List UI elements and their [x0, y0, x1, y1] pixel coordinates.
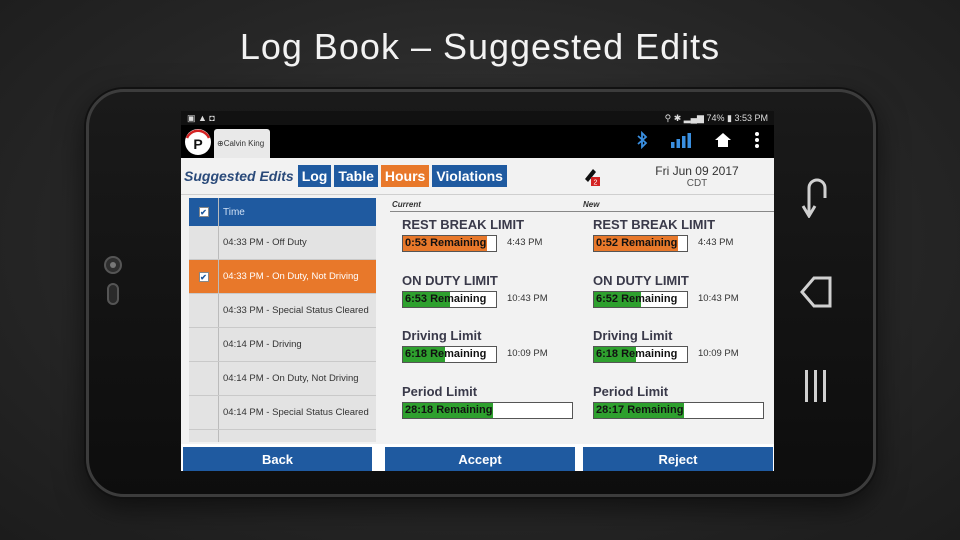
current-column-label: Current: [392, 200, 421, 209]
limit-end-time: 10:43 PM: [507, 292, 548, 304]
limit-end-time: 10:43 PM: [698, 292, 739, 304]
slide-title: Log Book – Suggested Edits: [239, 26, 721, 67]
battery-level: 74%: [706, 112, 725, 123]
home-nav-icon[interactable]: [796, 272, 836, 320]
remaining-text: 6:18 Remaining: [405, 348, 487, 360]
new-column-label: New: [583, 200, 600, 209]
list-header: ✔ Time: [189, 198, 376, 226]
tab-hours[interactable]: Hours: [380, 165, 430, 187]
limit-progress-bar: 6:53 Remaining: [402, 290, 497, 308]
remaining-text: 0:52 Remaining: [596, 237, 678, 249]
limit-progress-bar: 6:18 Remaining: [402, 346, 497, 363]
page-title: Suggested Edits: [184, 168, 294, 184]
remaining-text: 28:17 Remaining: [596, 403, 684, 416]
speaker-icon: [107, 283, 119, 305]
limit-end-time: 4:43 PM: [698, 237, 734, 248]
limit-progress-bar: 6:18 Remaining: [593, 346, 688, 363]
remaining-text: 0:53 Remaining: [405, 237, 487, 249]
bluetooth-icon[interactable]: [636, 131, 648, 149]
list-item[interactable]: 04:14 PM - Special Status Cleared: [189, 396, 376, 430]
overflow-menu-icon[interactable]: [754, 131, 760, 149]
list-item-label: 04:14 PM - Driving: [223, 339, 302, 350]
timezone: CDT: [686, 178, 708, 189]
edit-count-badge: 2: [594, 180, 598, 187]
tab-violations[interactable]: Violations: [432, 165, 507, 187]
remaining-text: 6:53 Remaining: [405, 292, 487, 305]
tab-table[interactable]: Table: [334, 165, 378, 187]
tab-log[interactable]: Log: [297, 165, 332, 187]
list-item-label: 04:14 PM - Special Status Cleared: [223, 407, 369, 418]
limit-end-time: 10:09 PM: [507, 348, 548, 359]
app-logo-icon: P: [185, 129, 211, 155]
accept-button[interactable]: Accept: [385, 447, 575, 471]
remaining-text: 6:18 Remaining: [596, 348, 678, 360]
limit-title: ON DUTY LIMIT: [593, 272, 689, 288]
limit-progress-bar: 0:53 Remaining: [402, 235, 497, 252]
limit-title: Period Limit: [402, 383, 478, 399]
list-item-label: 04:14 PM - On Duty, Not Driving: [223, 373, 359, 384]
suggested-edits-icon[interactable]: 2: [583, 167, 601, 187]
limit-end-time: 10:09 PM: [698, 348, 739, 359]
driver-tab[interactable]: ⊕Calvin King: [214, 129, 270, 158]
date: Fri Jun 09 2017: [655, 164, 739, 178]
limit-title: REST BREAK LIMIT: [593, 217, 716, 232]
status-bar: ▣ ▲ ◘ ⚲ ✱ ▂▄▆ 74% ▮ 3:53 PM: [181, 111, 774, 125]
limit-progress-bar: 0:52 Remaining: [593, 235, 688, 252]
row-checkbox[interactable]: ✔: [198, 271, 209, 282]
home-icon[interactable]: [714, 132, 732, 148]
limit-title: Driving Limit: [402, 328, 482, 343]
limit-progress-bar: 28:18 Remaining: [402, 401, 573, 419]
reject-button[interactable]: Reject: [583, 447, 773, 471]
app-bar: P ⊕Calvin King: [181, 125, 774, 158]
limit-title: ON DUTY LIMIT: [402, 272, 498, 288]
limit-title: Period Limit: [593, 383, 669, 399]
recents-nav-icon[interactable]: [796, 366, 836, 414]
list-item[interactable]: ✔ 04:33 PM - On Duty, Not Driving: [189, 260, 376, 294]
main-content: ✔ Time 04:33 PM - Off Duty ✔ 04:33 PM - On…: [181, 195, 774, 444]
footer-bar: Back Accept Reject: [181, 444, 774, 471]
list-item[interactable]: 04:33 PM - Off Duty: [189, 226, 376, 260]
list-item-label: 04:33 PM - Off Duty: [223, 237, 307, 248]
notification-icons: ▣ ▲ ◘: [187, 112, 215, 123]
list-header-label: Time: [223, 206, 245, 218]
date-display: Fri Jun 09 2017 CDT: [647, 164, 747, 189]
limit-title: REST BREAK LIMIT: [402, 217, 525, 232]
list-item-label: 03:41 PM - On Duty, Not: [219, 441, 326, 442]
status-icons: ⚲ ✱ ▂▄▆: [664, 112, 707, 123]
list-item-label: 04:33 PM - Special Status Cleared: [223, 305, 369, 316]
toolbar: Suggested Edits Log Table Hours Violatio…: [181, 158, 774, 195]
select-all-checkbox[interactable]: ✔: [198, 207, 209, 217]
limit-title: Driving Limit: [593, 328, 673, 343]
remaining-text: 28:18 Remaining: [405, 403, 493, 416]
limit-end-time: 4:43 PM: [507, 237, 543, 248]
remaining-text: 6:52 Remaining: [596, 292, 678, 305]
back-button[interactable]: Back: [183, 447, 372, 471]
device-screen: ▣ ▲ ◘ ⚲ ✱ ▂▄▆ 74% ▮ 3:53 PM P ⊕Calvin Ki…: [181, 111, 774, 471]
limit-progress-bar: 28:17 Remaining: [593, 401, 764, 419]
signal-strength-icon[interactable]: [670, 132, 692, 148]
list-item[interactable]: 03:41 PM - On Duty, Not: [189, 430, 376, 442]
event-list: ✔ Time 04:33 PM - Off Duty ✔ 04:33 PM - On…: [189, 198, 376, 442]
camera-icon: [104, 256, 122, 274]
limits-panel: Current New REST BREAK LIMIT 0:53 Remaini…: [390, 198, 774, 442]
limit-progress-bar: 6:52 Remaining: [593, 290, 688, 308]
list-item[interactable]: 04:14 PM - Driving: [189, 328, 376, 362]
back-nav-icon[interactable]: [796, 178, 836, 226]
clock: 3:53 PM: [734, 112, 768, 123]
list-item-label: 04:33 PM - On Duty, Not Driving: [223, 271, 359, 282]
list-item[interactable]: 04:14 PM - On Duty, Not Driving: [189, 362, 376, 396]
svg-text:P: P: [193, 136, 202, 152]
column-divider: [390, 211, 774, 212]
list-item[interactable]: 04:33 PM - Special Status Cleared: [189, 294, 376, 328]
